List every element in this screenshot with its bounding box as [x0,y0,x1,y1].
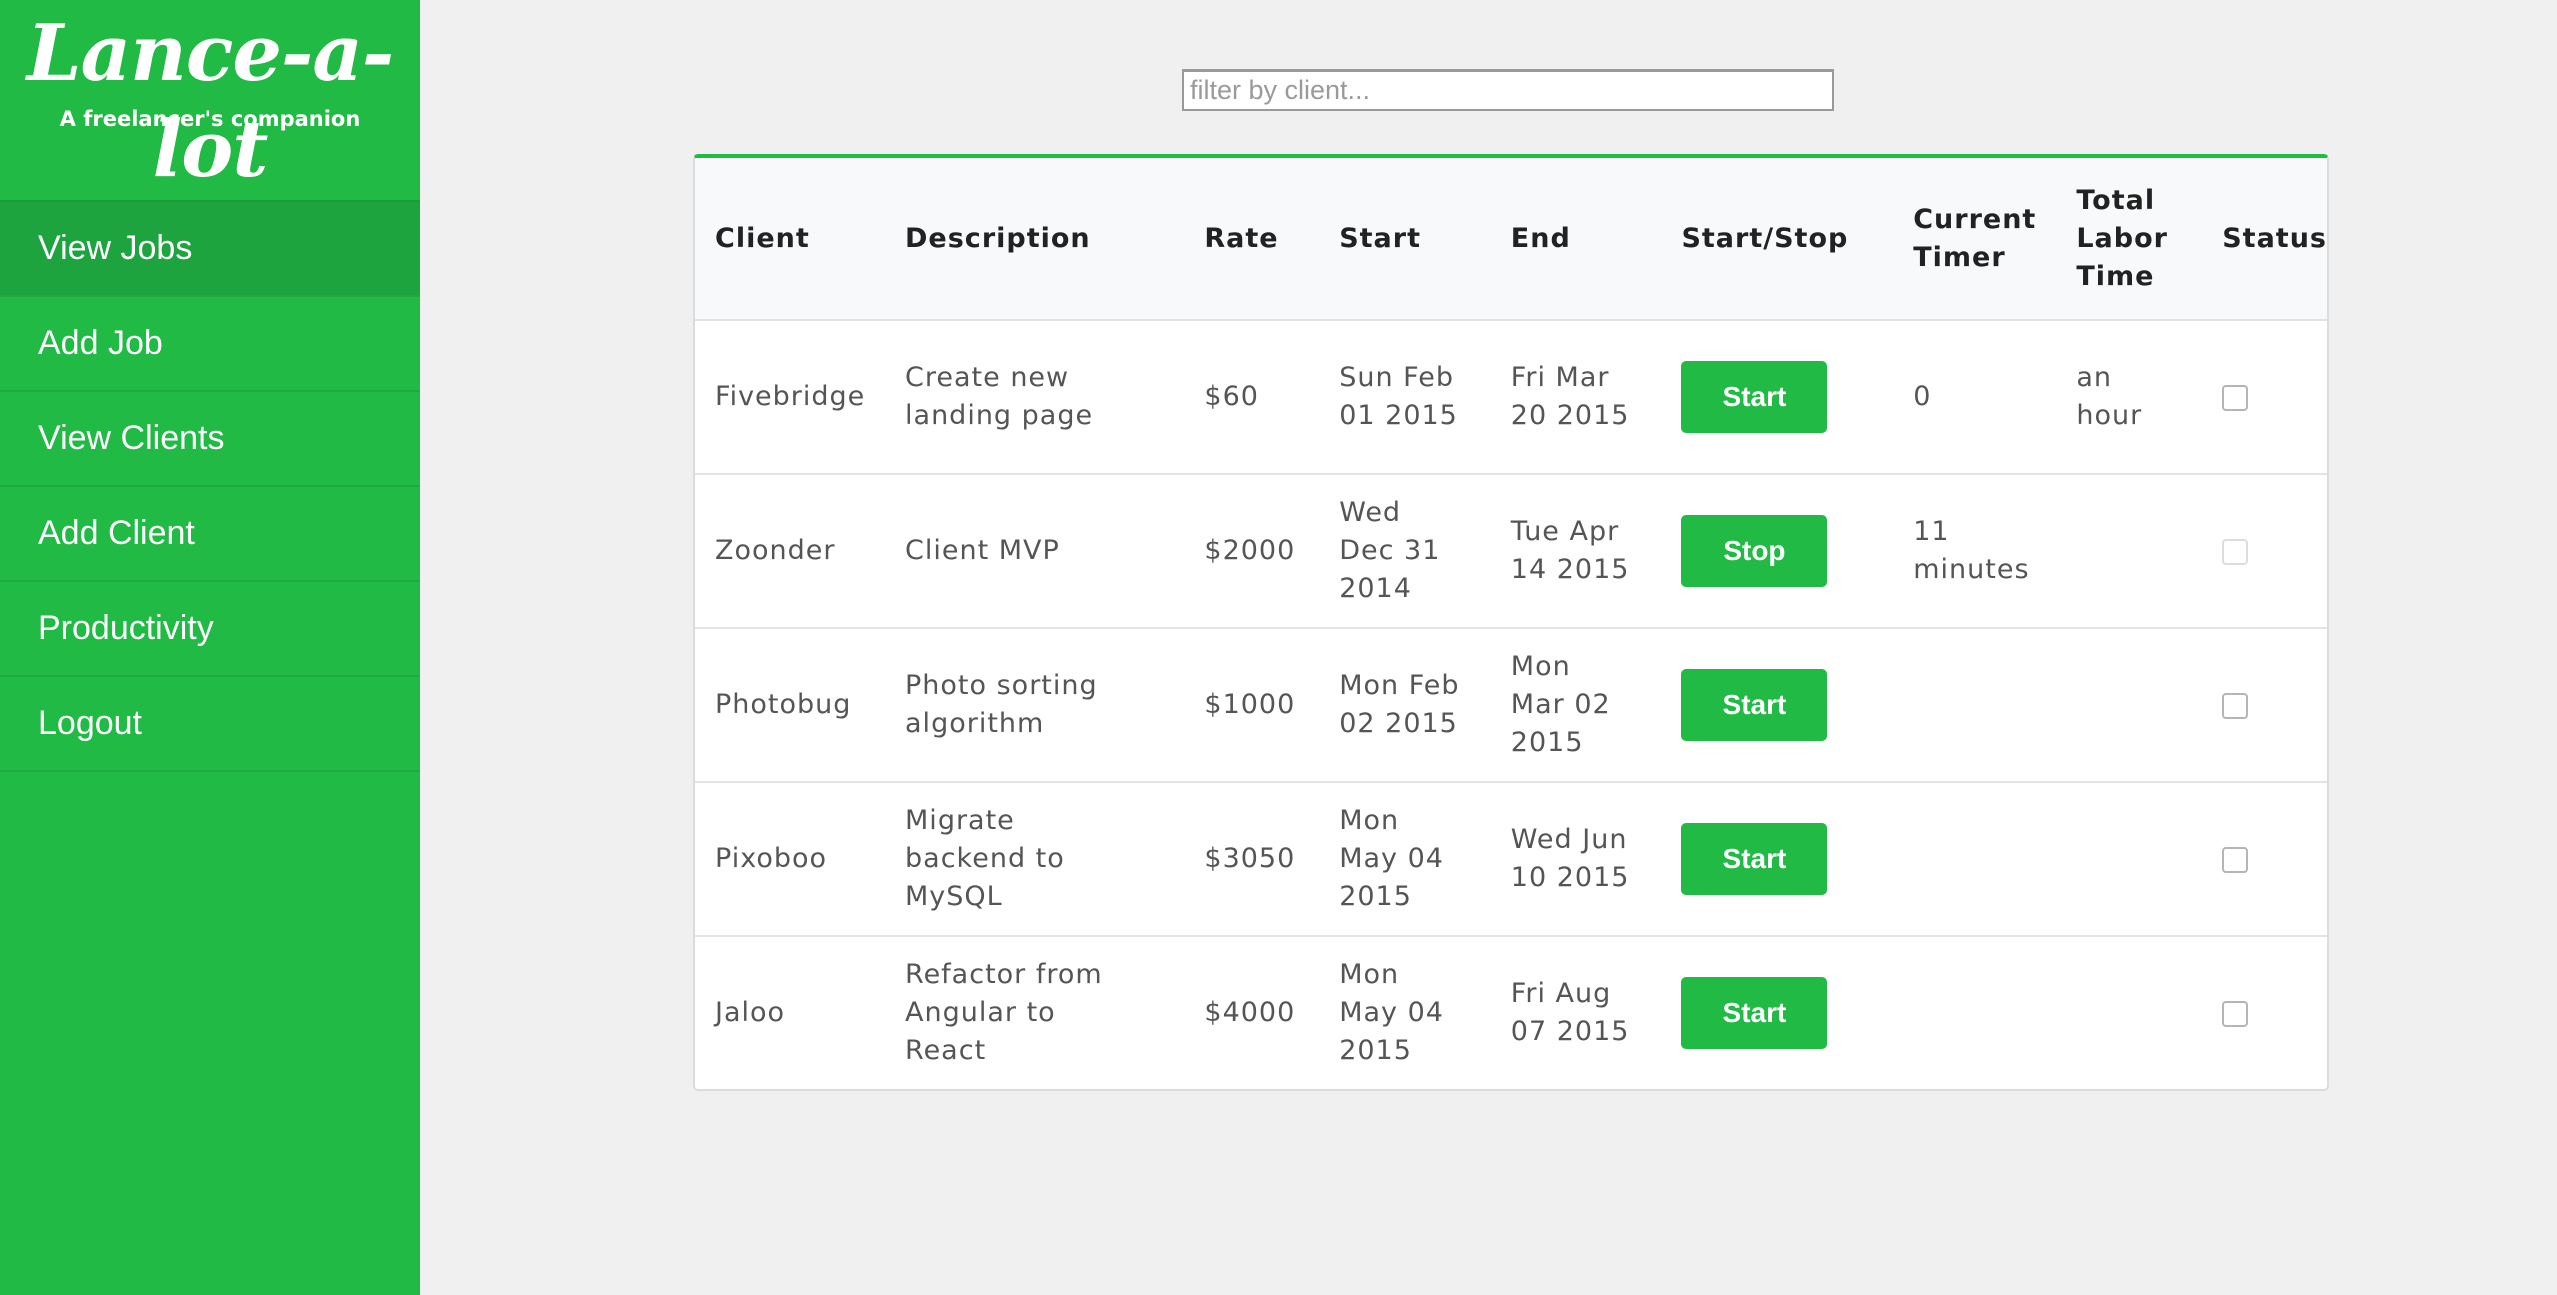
sidebar-item-view-clients[interactable]: View Clients [0,392,420,487]
jobs-table-card: Client Description Rate Start End Start/… [693,154,2329,1091]
cell-timer: 11 minutes [1893,474,2057,629]
cell-labor [2056,474,2203,629]
header-total-labor-time: Total Labor Time [2056,158,2203,321]
app-title: Lance-a-lot [26,8,395,195]
cell-labor [2056,628,2203,783]
cell-rate: $3050 [1184,782,1320,937]
cell-rate: $4000 [1204,997,1296,1028]
sidebar-item-logout[interactable]: Logout [0,677,420,772]
start-button[interactable]: Start [1681,669,1828,741]
cell-labor: an hour [2056,320,2203,475]
client-filter-input[interactable] [1182,69,1834,111]
cell-end: Mon Mar 02 2015 [1490,628,1662,783]
cell-rate: $1000 [1184,628,1320,783]
cell-client: Jaloo [715,997,786,1028]
cell-action: Start [1661,628,1894,783]
start-button[interactable]: Start [1681,977,1828,1049]
cell-client: Photobug [695,628,886,783]
cell-labor [2056,782,2203,937]
cell-rate: $60 [1184,320,1320,475]
cell-start: Mon Feb 02 2015 [1319,628,1491,783]
cell-status [2202,782,2327,937]
header-current-timer: Current Timer [1893,158,2057,321]
cell-start: Wed Dec 31 2014 [1319,474,1491,629]
header-description[interactable]: Description [885,158,1185,321]
cell-action: Start [1661,936,1893,1089]
cell-end: Tue Apr 14 2015 [1490,474,1662,629]
cell-start: Mon May 04 2015 [1339,959,1444,1066]
cell-timer: 0 [1893,320,2057,475]
cell-end: Wed Jun 10 2015 [1490,782,1662,937]
start-button[interactable]: Start [1681,823,1828,895]
table-row: Jaloo Refactor from Angular to React $40… [695,936,2327,1089]
sidebar-item-view-jobs[interactable]: View Jobs [0,202,420,297]
status-checkbox[interactable] [2222,692,2249,719]
cell-description: Client MVP [885,474,1185,629]
cell-start: Sun Feb 01 2015 [1319,320,1491,475]
stop-button[interactable]: Stop [1681,515,1828,587]
cell-status [2202,936,2327,1089]
cell-timer [1893,782,2057,937]
cell-timer [1893,936,2056,1089]
sidebar-nav: View Jobs Add Job View Clients Add Clien… [0,200,420,772]
cell-end: Fri Aug 07 2015 [1510,978,1630,1047]
header-end[interactable]: End [1490,158,1662,321]
app-subtitle: A freelancer's companion [59,107,361,131]
cell-client: Pixoboo [695,782,886,937]
cell-description: Photo sorting algorithm [885,628,1185,783]
cell-action: Start [1661,782,1894,937]
cell-start: Mon May 04 2015 [1319,782,1491,937]
status-checkbox[interactable] [2222,538,2249,565]
header-start[interactable]: Start [1319,158,1491,321]
cell-status [2202,474,2327,629]
sidebar-item-productivity[interactable]: Productivity [0,582,420,677]
cell-labor [2056,936,2202,1089]
cell-rate: $2000 [1184,474,1320,629]
cell-description: Migrate backend to MySQL [885,782,1185,937]
sidebar-item-add-client[interactable]: Add Client [0,487,420,582]
status-checkbox[interactable] [2222,1000,2249,1027]
cell-end: Fri Mar 20 2015 [1490,320,1662,475]
table-row: Fivebridge Create new landing page $60 S… [695,320,2327,475]
table-header-row: Client Description Rate Start End Start/… [695,158,2327,321]
header-status: Status [2202,158,2327,321]
cell-status [2202,628,2327,783]
table-row: Zoonder Client MVP $2000 Wed Dec 31 2014… [695,474,2327,629]
cell-status [2202,320,2327,475]
cell-timer [1893,628,2057,783]
start-button[interactable]: Start [1681,361,1828,433]
header-client[interactable]: Client [695,158,886,321]
table-row: Photobug Photo sorting algorithm $1000 M… [695,628,2327,783]
sidebar-item-add-job[interactable]: Add Job [0,297,420,392]
status-checkbox[interactable] [2222,384,2249,411]
header-rate[interactable]: Rate [1184,158,1320,321]
cell-action: Stop [1661,474,1894,629]
table-row: Pixoboo Migrate backend to MySQL $3050 M… [695,782,2327,937]
cell-client: Fivebridge [695,320,886,475]
header-start-stop: Start/Stop [1661,158,1894,321]
status-checkbox[interactable] [2222,846,2249,873]
cell-description: Create new landing page [885,320,1185,475]
cell-client: Zoonder [695,474,886,629]
sidebar: Lance-a-lot A freelancer's companion Vie… [0,0,420,1295]
jobs-table: Client Description Rate Start End Start/… [695,158,2327,1089]
cell-action: Start [1661,320,1894,475]
cell-description: Refactor from Angular to React [905,959,1103,1066]
